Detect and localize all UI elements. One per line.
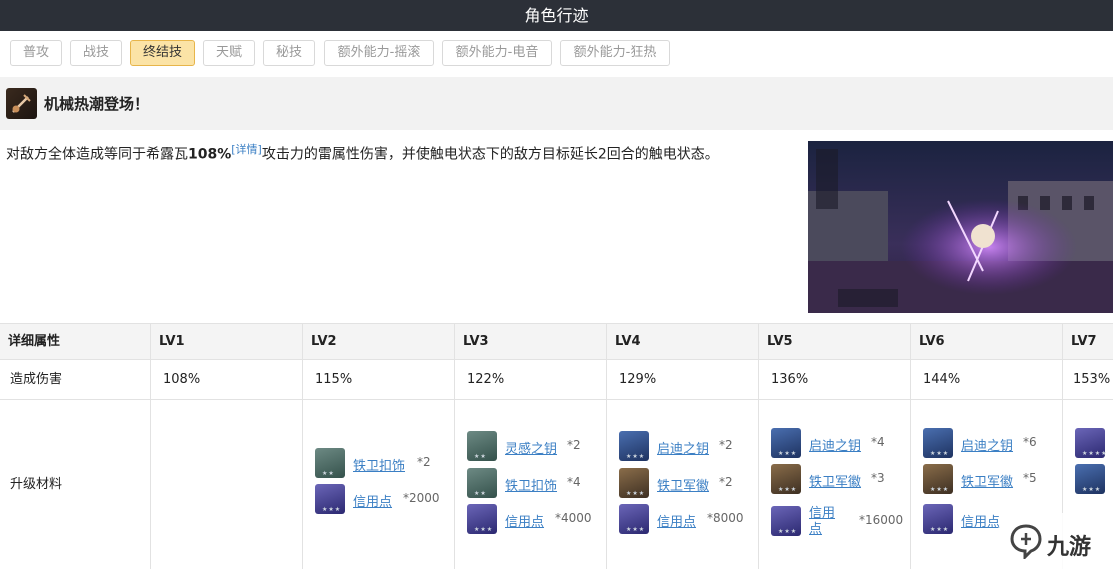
material-name[interactable]: 信用点 (961, 511, 1000, 530)
material-quantity: *2000 (403, 491, 440, 505)
damage-value-cell: 108% (151, 360, 303, 400)
guard-buckle-icon[interactable]: ★★ (315, 448, 345, 478)
material-quantity: *2 (719, 438, 733, 452)
damage-value-cell: 153% (1063, 360, 1113, 400)
material-quantity: *3 (871, 471, 885, 485)
skill-name: 机械热潮登场！ (44, 95, 150, 113)
skill-header: 机械热潮登场！ (0, 77, 1113, 130)
damage-value-cell: 115% (303, 360, 455, 400)
table-header-label: 详细属性 (0, 324, 151, 360)
description-text: 对敌方全体造成等同于希露瓦 (6, 146, 188, 163)
watermark-text: 九游 (1047, 535, 1092, 560)
inspiration-key-icon[interactable]: ★★ (467, 431, 497, 461)
tab-bonus-rock[interactable]: 额外能力-摇滚 (324, 40, 434, 66)
enlightenment-key-icon[interactable]: ★★★ (771, 428, 801, 458)
material-quantity: *4 (871, 435, 885, 449)
level-header: LV3 (455, 324, 607, 360)
level-header: LV4 (607, 324, 759, 360)
material-quantity: *2 (417, 455, 431, 469)
material-name[interactable]: 铁卫扣饰 (505, 475, 557, 494)
materials-cell-lv4: ★★★ 启迪之钥 *2 ★★★ 铁卫军徽 *2 ★★★ 信用点 *8000 (607, 400, 759, 569)
material-quantity: *4 (567, 475, 581, 489)
tab-talent[interactable]: 天赋 (203, 40, 255, 66)
nine-game-logo-icon (1010, 524, 1042, 559)
materials-row-label: 升级材料 (0, 400, 151, 569)
tab-technique[interactable]: 秘技 (263, 40, 315, 66)
material-name[interactable]: 启迪之钥 (657, 438, 709, 457)
material-name[interactable]: 信用点 (657, 511, 696, 530)
credit-icon[interactable]: ★★★ (619, 504, 649, 534)
page-title: 角色行迹 (0, 0, 1113, 31)
material-name[interactable]: 铁卫扣饰 (353, 455, 405, 474)
damage-row-label: 造成伤害 (0, 360, 151, 400)
guard-insignia-icon[interactable]: ★★★ (771, 464, 801, 494)
damage-value-cell: 144% (911, 360, 1063, 400)
material-name[interactable]: 启迪之钥 (961, 435, 1013, 454)
level-header: LV6 (911, 324, 1063, 360)
material-name[interactable]: 灵感之钥 (505, 438, 557, 457)
detail-link[interactable]: [详情] (231, 143, 262, 156)
damage-value-cell: 136% (759, 360, 911, 400)
material-quantity: *6 (1023, 435, 1037, 449)
material-quantity: *5 (1023, 471, 1037, 485)
watermark-logo: 九游 (995, 513, 1113, 569)
material-quantity: *2 (567, 438, 581, 452)
credit-icon[interactable]: ★★★ (315, 484, 345, 514)
damage-value: 108% (188, 146, 232, 163)
material-name[interactable]: 铁卫军徽 (657, 475, 709, 494)
tab-skill[interactable]: 战技 (70, 40, 122, 66)
material-name[interactable]: 铁卫军徽 (809, 471, 861, 490)
guard-insignia-icon[interactable]: ★★★ (619, 468, 649, 498)
material-name[interactable]: 信用点 (353, 491, 392, 510)
tab-ultimate[interactable]: 终结技 (130, 40, 195, 66)
credit-icon[interactable]: ★★★ (771, 506, 801, 536)
tab-normal-attack[interactable]: 普攻 (10, 40, 62, 66)
level-header: LV7 (1063, 324, 1113, 360)
skill-tabs: 普攻 战技 终结技 天赋 秘技 额外能力-摇滚 额外能力-电音 额外能力-狂热 (0, 31, 1113, 77)
credit-icon[interactable]: ★★★ (923, 504, 953, 534)
credit-icon[interactable]: ★★★ (467, 504, 497, 534)
skill-description: 对敌方全体造成等同于希露瓦108%[详情]攻击力的雷属性伤害，并使触电状态下的敌… (6, 140, 796, 165)
skill-preview-image (808, 141, 1113, 313)
description-text-end: 攻击力的雷属性伤害，并使触电状态下的敌方目标延长2回合的触电状态。 (261, 146, 719, 163)
material-icon[interactable]: ★★★ (1075, 464, 1105, 494)
materials-cell-lv3: ★★ 灵感之钥 *2 ★★ 铁卫扣饰 *4 ★★★ 信用点 *4000 (455, 400, 607, 569)
material-name[interactable]: 信用点 (505, 511, 544, 530)
material-name[interactable]: 铁卫军徽 (961, 471, 1013, 490)
guard-insignia-icon[interactable]: ★★★ (923, 464, 953, 494)
level-table: 详细属性 LV1 LV2 LV3 LV4 LV5 LV6 LV7 造成伤害 10… (0, 323, 1113, 569)
materials-cell-lv2: ★★ 铁卫扣饰 *2 ★★★ 信用点 *2000 (303, 400, 455, 569)
damage-value-cell: 122% (455, 360, 607, 400)
tab-bonus-electro[interactable]: 额外能力-电音 (442, 40, 552, 66)
materials-cell-lv1 (151, 400, 303, 569)
materials-cell-lv5: ★★★ 启迪之钥 *4 ★★★ 铁卫军徽 *3 ★★★ 信用点 *16000 (759, 400, 911, 569)
guitar-skill-icon (6, 88, 37, 119)
material-name[interactable]: 信用点 (809, 506, 839, 538)
material-name[interactable]: 启迪之钥 (809, 435, 861, 454)
level-header: LV5 (759, 324, 911, 360)
material-quantity: *16000 (859, 513, 904, 527)
guard-buckle-icon[interactable]: ★★ (467, 468, 497, 498)
material-quantity: *2 (719, 475, 733, 489)
enlightenment-key-icon[interactable]: ★★★ (923, 428, 953, 458)
material-icon[interactable]: ★★★★ (1075, 428, 1107, 458)
level-header: LV1 (151, 324, 303, 360)
damage-value-cell: 129% (607, 360, 759, 400)
material-quantity: *8000 (707, 511, 744, 525)
enlightenment-key-icon[interactable]: ★★★ (619, 431, 649, 461)
level-header: LV2 (303, 324, 455, 360)
material-quantity: *4000 (555, 511, 592, 525)
tab-bonus-frenzy[interactable]: 额外能力-狂热 (560, 40, 670, 66)
